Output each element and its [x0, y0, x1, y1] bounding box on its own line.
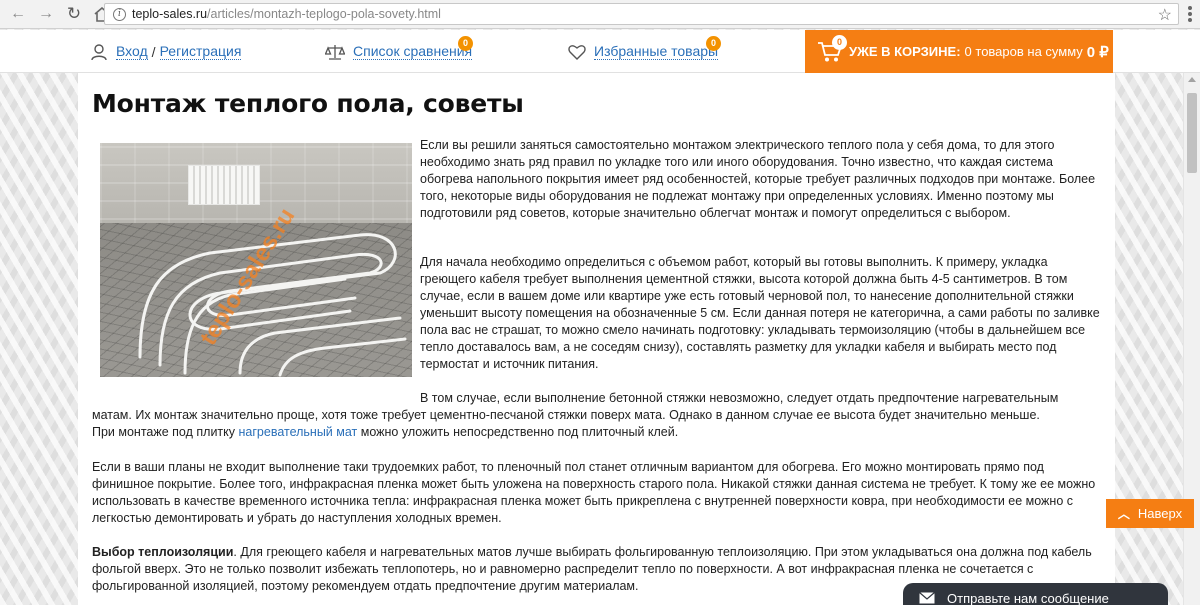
- star-icon[interactable]: ☆: [1158, 5, 1172, 25]
- cart-button[interactable]: 0 УЖЕ В КОРЗИНЕ: 0 товаров на сумму 0 ₽: [805, 30, 1113, 73]
- paragraph-3-line-1: В том случае, если выполнение бетонной с…: [420, 391, 1059, 405]
- paragraph-3: В том случае, если выполнение бетонной с…: [92, 390, 1100, 441]
- reload-icon[interactable]: ↻: [62, 2, 86, 26]
- compare-list[interactable]: Список сравнения: [325, 30, 473, 73]
- url-host: teplo-sales.ru: [132, 7, 208, 21]
- cart-icon: 0: [817, 34, 847, 63]
- article-image: teplo-sales.ru: [100, 143, 412, 377]
- compare-link[interactable]: Список сравнения: [353, 43, 473, 60]
- paragraph-3-line-3: При монтаже под плитку нагревательный ма…: [92, 424, 1100, 441]
- paragraph-2: Для начала необходимо определиться с объ…: [420, 255, 1100, 371]
- compare-count-badge: 0: [458, 36, 473, 51]
- page-title: Монтаж теплого пола, советы: [92, 89, 524, 118]
- scroll-top-button[interactable]: ︿ Наверх: [1106, 499, 1194, 528]
- scales-icon: [325, 44, 345, 60]
- user-icon: [90, 43, 108, 61]
- paragraph-3-text-before-link: При монтаже под плитку: [92, 425, 236, 439]
- login-register: Вход / Регистрация: [90, 30, 242, 73]
- paragraph-4: Если в ваши планы не входит выполнение т…: [92, 460, 1096, 525]
- login-separator: /: [151, 43, 156, 60]
- scroll-top-label: Наверх: [1137, 506, 1183, 521]
- menu-icon[interactable]: [1188, 6, 1192, 22]
- scroll-up-icon[interactable]: [1188, 77, 1196, 82]
- chevron-up-icon: ︿: [1117, 507, 1130, 521]
- cart-total: 0 ₽: [1086, 43, 1109, 61]
- address-bar[interactable]: i teplo-sales.ru /articles/montazh-teplo…: [104, 3, 1179, 25]
- forward-icon[interactable]: →: [34, 2, 58, 26]
- mail-icon: [919, 592, 935, 604]
- heart-icon: [568, 44, 586, 60]
- chat-label: Отправьте нам сообщение: [947, 590, 1109, 605]
- url-path: /articles/montazh-teplogo-pola-sovety.ht…: [207, 7, 441, 21]
- scrollbar-thumb[interactable]: [1187, 93, 1197, 173]
- browser-toolbar: ← → ↻ i teplo-sales.ru /articles/montazh…: [0, 0, 1200, 29]
- article-content: Монтаж теплого пола, советы teplo-sales.…: [78, 73, 1115, 605]
- favorites-count-badge: 0: [706, 36, 721, 51]
- paragraph-1: Если вы решили заняться самостоятельно м…: [420, 138, 1096, 220]
- favorites[interactable]: Избранные товары: [568, 30, 719, 73]
- info-icon[interactable]: i: [113, 7, 126, 21]
- heating-mat-link[interactable]: нагревательный мат: [239, 425, 358, 439]
- paragraph-5-heading: Выбор теплоизоляции: [92, 545, 234, 559]
- paragraph-3-text-after-link: можно уложить непосредственно под плиточ…: [360, 425, 679, 439]
- paragraph-3-line-2: матам. Их монтаж значительно проще, хотя…: [92, 408, 1040, 422]
- cart-count-badge: 0: [832, 34, 847, 50]
- chat-widget[interactable]: Отправьте нам сообщение: [903, 583, 1168, 605]
- login-link[interactable]: Вход: [116, 43, 148, 60]
- cart-label: УЖЕ В КОРЗИНЕ:: [849, 44, 961, 59]
- register-link[interactable]: Регистрация: [159, 43, 242, 60]
- cart-summary: 0 товаров на сумму: [964, 44, 1083, 59]
- back-icon[interactable]: ←: [6, 2, 30, 26]
- favorites-link[interactable]: Избранные товары: [594, 43, 719, 60]
